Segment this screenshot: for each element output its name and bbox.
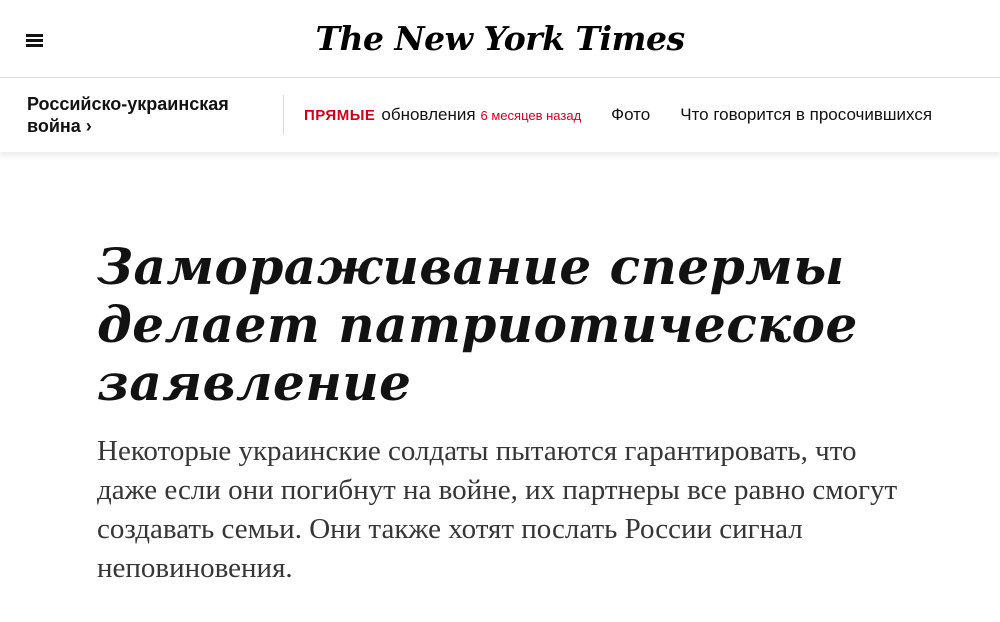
live-timestamp: 6 месяцев назад (480, 108, 582, 123)
nav-items: ПРЯМЫЕ обновления 6 месяцев назад Фото Что г… (304, 105, 962, 125)
divider (283, 95, 284, 135)
live-text: обновления (381, 105, 476, 124)
live-updates-link[interactable]: ПРЯМЫЕ обновления 6 месяцев назад (304, 105, 611, 124)
live-label: ПРЯМЫЕ (304, 107, 376, 124)
nav-link-photo[interactable]: Фото (611, 105, 650, 124)
nyt-logo[interactable]: The New York Times (0, 19, 1000, 58)
section-link-russia-ukraine-war[interactable]: Российско-украинская война › (27, 93, 272, 137)
article-summary: Некоторые украинские солдаты пытаются га… (97, 435, 898, 584)
article-headline: Замораживание спермы делает патриотическ… (97, 237, 858, 412)
masthead: The New York Times (0, 0, 1000, 78)
section-nav: Российско-украинская война › ПРЯМЫЕ обнов… (0, 78, 1000, 152)
nav-link-leaked[interactable]: Что говорится в просочившихся (680, 105, 932, 124)
